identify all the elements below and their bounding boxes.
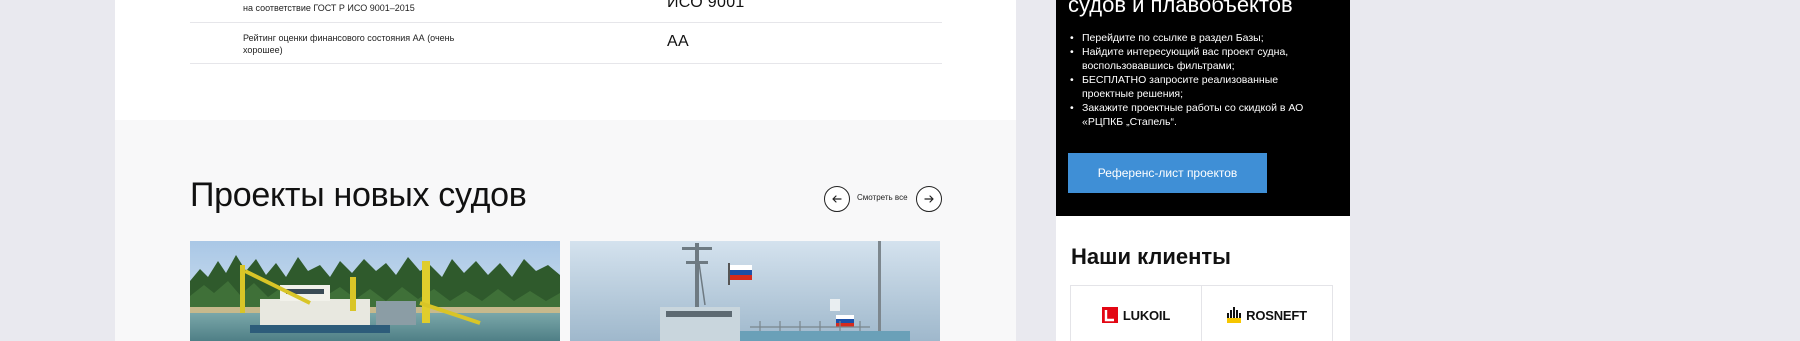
list-item: Найдите интересующий вас проект судна, в… [1069, 45, 1329, 73]
section-title: Проекты новых судов [190, 176, 527, 214]
specs-table: на соответствие ГОСТ Р ИСО 9001–2015 ИСО… [115, 0, 1016, 120]
clients-title: Наши клиенты [1071, 244, 1231, 269]
view-all-link[interactable]: Смотреть все [857, 193, 908, 202]
spec-value: ИСО 9001 [667, 0, 745, 11]
arrow-right-icon [924, 195, 934, 203]
client-logo-rosneft[interactable]: ROSNEFT [1201, 285, 1333, 341]
database-promo-block: судов и плавобъектов Перейдите по ссылке… [1056, 0, 1350, 216]
rosneft-logo-icon [1227, 307, 1242, 323]
promo-steps-list: Перейдите по ссылке в раздел Базы; Найди… [1069, 31, 1329, 129]
promo-heading: судов и плавобъектов [1068, 0, 1293, 17]
table-row: Рейтинг оценки финансового состояния АА … [190, 23, 942, 64]
list-item: БЕСПЛАТНО запросите реализованные проект… [1069, 73, 1329, 101]
arrow-left-icon [832, 195, 842, 203]
project-card[interactable] [570, 241, 940, 341]
project-card[interactable] [190, 241, 560, 341]
clients-block: Наши клиенты LUKOIL ROSNEFT [1056, 216, 1350, 341]
list-item: Перейдите по ссылке в раздел Базы; [1069, 31, 1329, 45]
reference-list-button[interactable]: Референс-лист проектов [1068, 153, 1267, 193]
spec-value: АА [667, 33, 689, 50]
list-item: Закажите проектные работы со скидкой в А… [1069, 101, 1329, 129]
table-row: на соответствие ГОСТ Р ИСО 9001–2015 ИСО… [190, 0, 942, 23]
spec-label: Рейтинг оценки финансового состояния АА … [243, 33, 455, 55]
carousel-next-button[interactable] [916, 186, 942, 212]
project-image-dredger [190, 241, 560, 341]
lukoil-logo-icon [1101, 307, 1118, 323]
new-projects-section: Проекты новых судов Смотреть все [115, 120, 1016, 341]
project-image-vessel [570, 241, 940, 341]
client-logo-lukoil[interactable]: LUKOIL [1070, 285, 1202, 341]
client-name: LUKOIL [1122, 307, 1171, 323]
spec-label: на соответствие ГОСТ Р ИСО 9001–2015 [243, 3, 415, 13]
main-content: на соответствие ГОСТ Р ИСО 9001–2015 ИСО… [115, 0, 1016, 341]
client-name: ROSNEFT [1246, 307, 1307, 323]
carousel-prev-button[interactable] [824, 186, 850, 212]
